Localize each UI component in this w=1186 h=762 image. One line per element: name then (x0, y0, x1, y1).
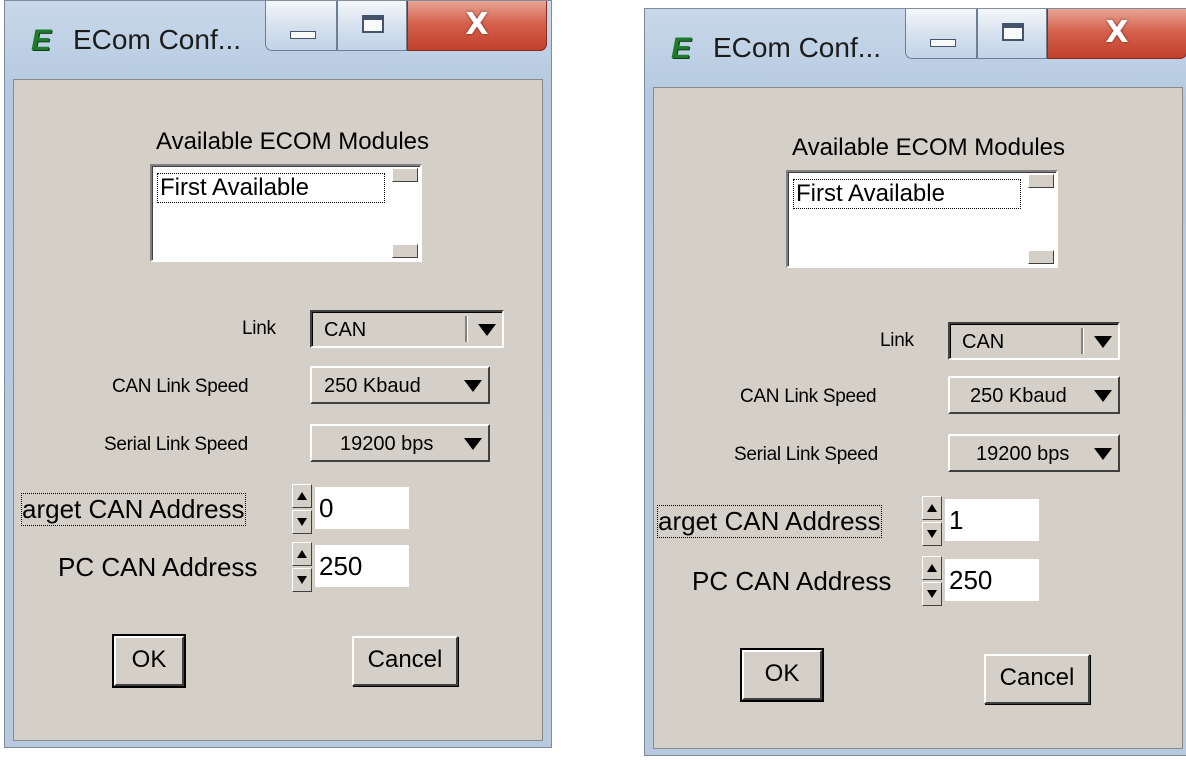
arrow-up-icon (927, 564, 937, 572)
maximize-button[interactable] (977, 9, 1047, 59)
pc-address-input[interactable]: 250 (944, 558, 1040, 602)
target-address-label: arget CAN Address (21, 493, 246, 526)
arrow-up-icon (927, 504, 937, 512)
minimize-icon (930, 39, 956, 47)
target-address-input[interactable]: 0 (314, 486, 410, 530)
minimize-button[interactable] (265, 1, 337, 51)
ecom-logo-icon: E (31, 24, 52, 57)
modules-label: Available ECOM Modules (792, 134, 1066, 161)
can-speed-select[interactable]: 250 Kbaud (948, 376, 1120, 414)
spin-up-button[interactable] (292, 542, 312, 566)
spin-up-button[interactable] (922, 556, 942, 580)
arrow-down-icon (297, 576, 307, 584)
target-address-input[interactable]: 1 (944, 498, 1040, 542)
close-button[interactable]: X (407, 1, 547, 51)
pc-address-label: PC CAN Address (692, 566, 892, 596)
window-title: ECom Conf... (73, 24, 242, 55)
target-address-spinner[interactable] (922, 496, 942, 546)
maximize-button[interactable] (337, 1, 407, 51)
minimize-button[interactable] (905, 9, 977, 59)
scroll-up-button[interactable] (392, 168, 418, 182)
link-value: CAN (324, 319, 367, 341)
serial-speed-label: Serial Link Speed (104, 434, 248, 455)
pc-address-label: PC CAN Address (58, 552, 258, 582)
spin-down-button[interactable] (922, 582, 942, 606)
arrow-down-icon (927, 590, 937, 598)
link-label: Link (880, 330, 914, 351)
can-speed-label: CAN Link Speed (740, 386, 877, 407)
link-select[interactable]: CAN (948, 322, 1120, 360)
spin-down-button[interactable] (922, 522, 942, 546)
dropdown-arrow-icon (1094, 448, 1112, 460)
cancel-button[interactable]: Cancel (984, 654, 1090, 704)
arrow-up-icon (297, 550, 307, 558)
maximize-icon (1002, 23, 1024, 41)
pc-address-spinner[interactable] (922, 556, 942, 606)
spin-down-button[interactable] (292, 568, 312, 592)
caption-buttons: X (265, 1, 547, 53)
dropdown-arrow-icon (464, 380, 482, 392)
serial-speed-label: Serial Link Speed (734, 444, 878, 465)
scroll-down-button[interactable] (1028, 250, 1054, 264)
target-address-spinner[interactable] (292, 484, 312, 534)
list-item[interactable]: First Available (793, 179, 1021, 209)
minimize-icon (290, 31, 316, 39)
modules-listbox[interactable]: First Available (786, 170, 1058, 268)
can-speed-value: 250 Kbaud (324, 375, 421, 397)
combo-separator (465, 316, 468, 342)
dialog-body: Available ECOM Modules First Available L… (653, 87, 1183, 749)
ecom-logo-icon: E (671, 32, 692, 65)
dropdown-arrow-icon (1094, 336, 1112, 348)
dialog-body: Available ECOM Modules First Available L… (13, 79, 543, 741)
listbox-scrollbar[interactable] (392, 168, 418, 258)
dropdown-arrow-icon (1094, 390, 1112, 402)
close-icon: X (1105, 15, 1129, 50)
modules-listbox[interactable]: First Available (150, 164, 422, 262)
ecom-config-window-right: E ECom Conf... X Available ECOM Modules … (644, 8, 1186, 756)
scroll-down-button[interactable] (392, 244, 418, 258)
ecom-config-window-left: E ECom Conf... X Available ECOM Modules … (4, 0, 552, 748)
spin-up-button[interactable] (292, 484, 312, 508)
combo-separator (1081, 328, 1084, 354)
arrow-down-icon (297, 518, 307, 526)
caption-buttons: X (905, 9, 1186, 61)
ok-button[interactable]: OK (112, 634, 186, 688)
link-value: CAN (962, 331, 1005, 353)
close-button[interactable]: X (1047, 9, 1186, 59)
pc-address-input[interactable]: 250 (314, 544, 410, 588)
link-select[interactable]: CAN (310, 310, 504, 348)
spin-down-button[interactable] (292, 510, 312, 534)
dropdown-arrow-icon (478, 324, 496, 336)
scroll-up-button[interactable] (1028, 174, 1054, 188)
pc-address-spinner[interactable] (292, 542, 312, 592)
arrow-down-icon (927, 530, 937, 538)
serial-speed-select[interactable]: 19200 bps (310, 424, 490, 462)
target-address-label: arget CAN Address (657, 505, 882, 538)
serial-speed-value: 19200 bps (976, 443, 1070, 465)
dropdown-arrow-icon (464, 438, 482, 450)
list-item[interactable]: First Available (157, 173, 385, 203)
ok-button[interactable]: OK (740, 648, 824, 702)
serial-speed-select[interactable]: 19200 bps (948, 434, 1120, 472)
serial-speed-value: 19200 bps (340, 433, 434, 455)
close-icon: X (465, 7, 489, 42)
listbox-scrollbar[interactable] (1028, 174, 1054, 264)
title-bar[interactable]: E ECom Conf... X (645, 9, 1186, 85)
window-title: ECom Conf... (713, 32, 882, 63)
link-label: Link (242, 318, 276, 339)
modules-label: Available ECOM Modules (156, 128, 430, 155)
arrow-up-icon (297, 492, 307, 500)
maximize-icon (362, 15, 384, 33)
can-speed-label: CAN Link Speed (112, 376, 249, 397)
cancel-button[interactable]: Cancel (352, 636, 458, 686)
can-speed-value: 250 Kbaud (970, 385, 1067, 407)
can-speed-select[interactable]: 250 Kbaud (310, 366, 490, 404)
title-bar[interactable]: E ECom Conf... X (5, 1, 551, 77)
spin-up-button[interactable] (922, 496, 942, 520)
